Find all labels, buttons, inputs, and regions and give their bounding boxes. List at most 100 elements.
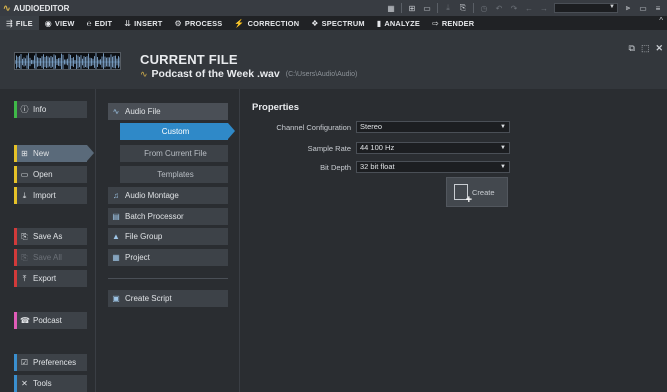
tab-edit[interactable]: ℮ EDIT [81, 16, 119, 30]
redo-icon[interactable]: ↷ [509, 4, 519, 13]
back-icon[interactable]: ← [524, 4, 534, 13]
nav-podcast[interactable]: ☎ Podcast [14, 312, 87, 329]
new-document-icon [454, 184, 472, 206]
divider [108, 278, 228, 279]
history-icon[interactable]: ◷ [479, 4, 489, 13]
nav-save-as[interactable]: ⎘ Save As [14, 228, 87, 245]
nav-label: Podcast [33, 316, 62, 325]
tab-spectrum[interactable]: ❖ SPECTRUM [305, 16, 370, 30]
channel-configuration-select[interactable]: Stereo ▼ [356, 121, 510, 133]
current-file-path: (C:\Users\Audio\Audio) [285, 70, 358, 78]
open-file-icon[interactable]: ▭ [422, 4, 432, 13]
nav-open[interactable]: ▭ Open [14, 166, 87, 183]
new-file-icon[interactable]: ⊞ [407, 4, 417, 13]
script-icon: ▣ [112, 294, 120, 303]
nav-import[interactable]: ⤓ Import [14, 187, 87, 204]
tools-icon: ✕ [21, 379, 28, 388]
nav-label: Preferences [33, 358, 77, 367]
tab-insert[interactable]: ⇊ INSERT [118, 16, 168, 30]
properties-title: Properties [252, 102, 299, 113]
menu-icon[interactable]: ≡ [653, 4, 663, 13]
nav-label: Open [33, 170, 53, 179]
waveform-graphic [15, 53, 120, 69]
panel-window-controls: ⧉ ⬚ ✕ [629, 43, 664, 54]
tab-file[interactable]: ⇶ FILE [0, 16, 39, 30]
mid-item-audio-file[interactable]: ∿ Audio File [108, 103, 228, 120]
nav-info[interactable]: ⓘ Info [14, 101, 87, 118]
grid-icon[interactable]: ▦ [386, 4, 396, 13]
file-tab-icon: ⇶ [6, 18, 13, 28]
insert-icon: ⇊ [124, 18, 132, 28]
mid-item-custom[interactable]: Custom [120, 123, 235, 140]
save-as-icon[interactable]: ⎘ [458, 3, 468, 13]
tab-analyze[interactable]: ▮ ANALYZE [371, 16, 426, 30]
float-window-icon[interactable]: ⬚ [641, 43, 650, 54]
nav-preferences[interactable]: ☑ Preferences [14, 354, 87, 371]
select-value: 44 100 Hz [360, 143, 395, 152]
nav-label: Save All [33, 253, 62, 262]
nav-label: Info [33, 105, 47, 114]
nav-label: Import [33, 191, 56, 200]
mid-item-label: Templates [157, 170, 194, 179]
mid-item-file-group[interactable]: ▲ File Group [108, 228, 228, 245]
tab-correction[interactable]: ⚡ CORRECTION [228, 16, 305, 30]
montage-icon: ♫ [113, 191, 119, 200]
forward-icon[interactable]: → [539, 4, 549, 13]
tab-process[interactable]: ⚙ PROCESS [168, 16, 228, 30]
mid-item-label: Audio File [125, 107, 161, 116]
toolbar-quick-access: ▦ ⊞ ▭ ⤓ ⎘ ◷ ↶ ↷ ← → ▼ ⫸ ▭ ≡ [386, 0, 667, 16]
nav-new[interactable]: ⊞ New [14, 145, 94, 162]
tab-view[interactable]: ◉ VIEW [39, 16, 81, 30]
mid-item-audio-montage[interactable]: ♫ Audio Montage [108, 187, 228, 204]
tab-render[interactable]: ⇨ RENDER [426, 16, 480, 30]
preferences-icon: ☑ [20, 358, 29, 367]
sample-rate-select[interactable]: 44 100 Hz ▼ [356, 142, 510, 154]
separator [437, 3, 438, 13]
mid-item-batch-processor[interactable]: ▤ Batch Processor [108, 208, 228, 225]
bit-depth-label: Bit Depth [320, 163, 351, 172]
app-logo-icon: ∿ [3, 2, 11, 13]
sample-rate-label: Sample Rate [307, 144, 351, 153]
collapse-ribbon-icon[interactable]: ^ [659, 16, 663, 25]
close-icon[interactable]: ✕ [655, 43, 663, 54]
window-icon[interactable]: ▭ [638, 4, 648, 13]
undo-icon[interactable]: ↶ [494, 4, 504, 13]
page-title: CURRENT FILE [140, 52, 238, 67]
lightning-icon: ⚡ [234, 18, 245, 28]
new-file-icon: ⊞ [21, 149, 28, 158]
create-label: Create [472, 187, 495, 197]
preset-dropdown[interactable]: ▼ [554, 3, 618, 13]
mid-item-create-script[interactable]: ▣ Create Script [108, 290, 228, 307]
mid-item-project[interactable]: ▦ Project [108, 249, 228, 266]
chevron-down-icon: ▼ [500, 145, 506, 151]
tab-label: RENDER [441, 18, 475, 28]
nav-export[interactable]: ⤒ Export [14, 270, 87, 287]
new-file-type-nav: ∿ Audio File Custom From Current File Tem… [96, 89, 240, 392]
bit-depth-select[interactable]: 32 bit float ▼ [356, 161, 510, 173]
info-icon: ⓘ [20, 105, 29, 114]
filter-icon[interactable]: ⫸ [623, 3, 633, 13]
tab-label: CORRECTION [247, 18, 300, 28]
nav-tools[interactable]: ✕ Tools [14, 375, 87, 392]
mid-item-label: Audio Montage [125, 191, 179, 200]
nav-label: Tools [33, 379, 52, 388]
save-all-icon: ⎘ [21, 252, 28, 262]
process-icon: ⚙ [174, 18, 182, 28]
mid-item-label: Create Script [125, 294, 172, 303]
nav-save-all[interactable]: ⎘ Save All [14, 249, 87, 266]
copy-icon[interactable]: ⧉ [629, 43, 635, 54]
mid-item-from-current-file[interactable]: From Current File [120, 145, 228, 162]
chevron-down-icon: ▼ [500, 164, 506, 170]
mid-item-templates[interactable]: Templates [120, 166, 228, 183]
mid-item-label: From Current File [144, 149, 207, 158]
waveform-icon: ∿ [112, 107, 120, 116]
tab-label: SPECTRUM [321, 18, 365, 28]
channel-configuration-label: Channel Configuration [276, 123, 351, 132]
properties-panel: Properties Channel Configuration Stereo ▼… [241, 89, 667, 392]
chevron-down-icon: ▼ [609, 4, 615, 10]
app-title-text: AUDIOEDITOR [13, 3, 70, 13]
folder-icon: ▭ [20, 170, 29, 179]
save-icon[interactable]: ⤓ [443, 3, 453, 13]
create-button[interactable]: Create [446, 177, 508, 207]
file-left-nav: ⓘ Info ⊞ New ▭ Open ⤓ Import ⎘ Save As ⎘ Save … [0, 89, 96, 392]
